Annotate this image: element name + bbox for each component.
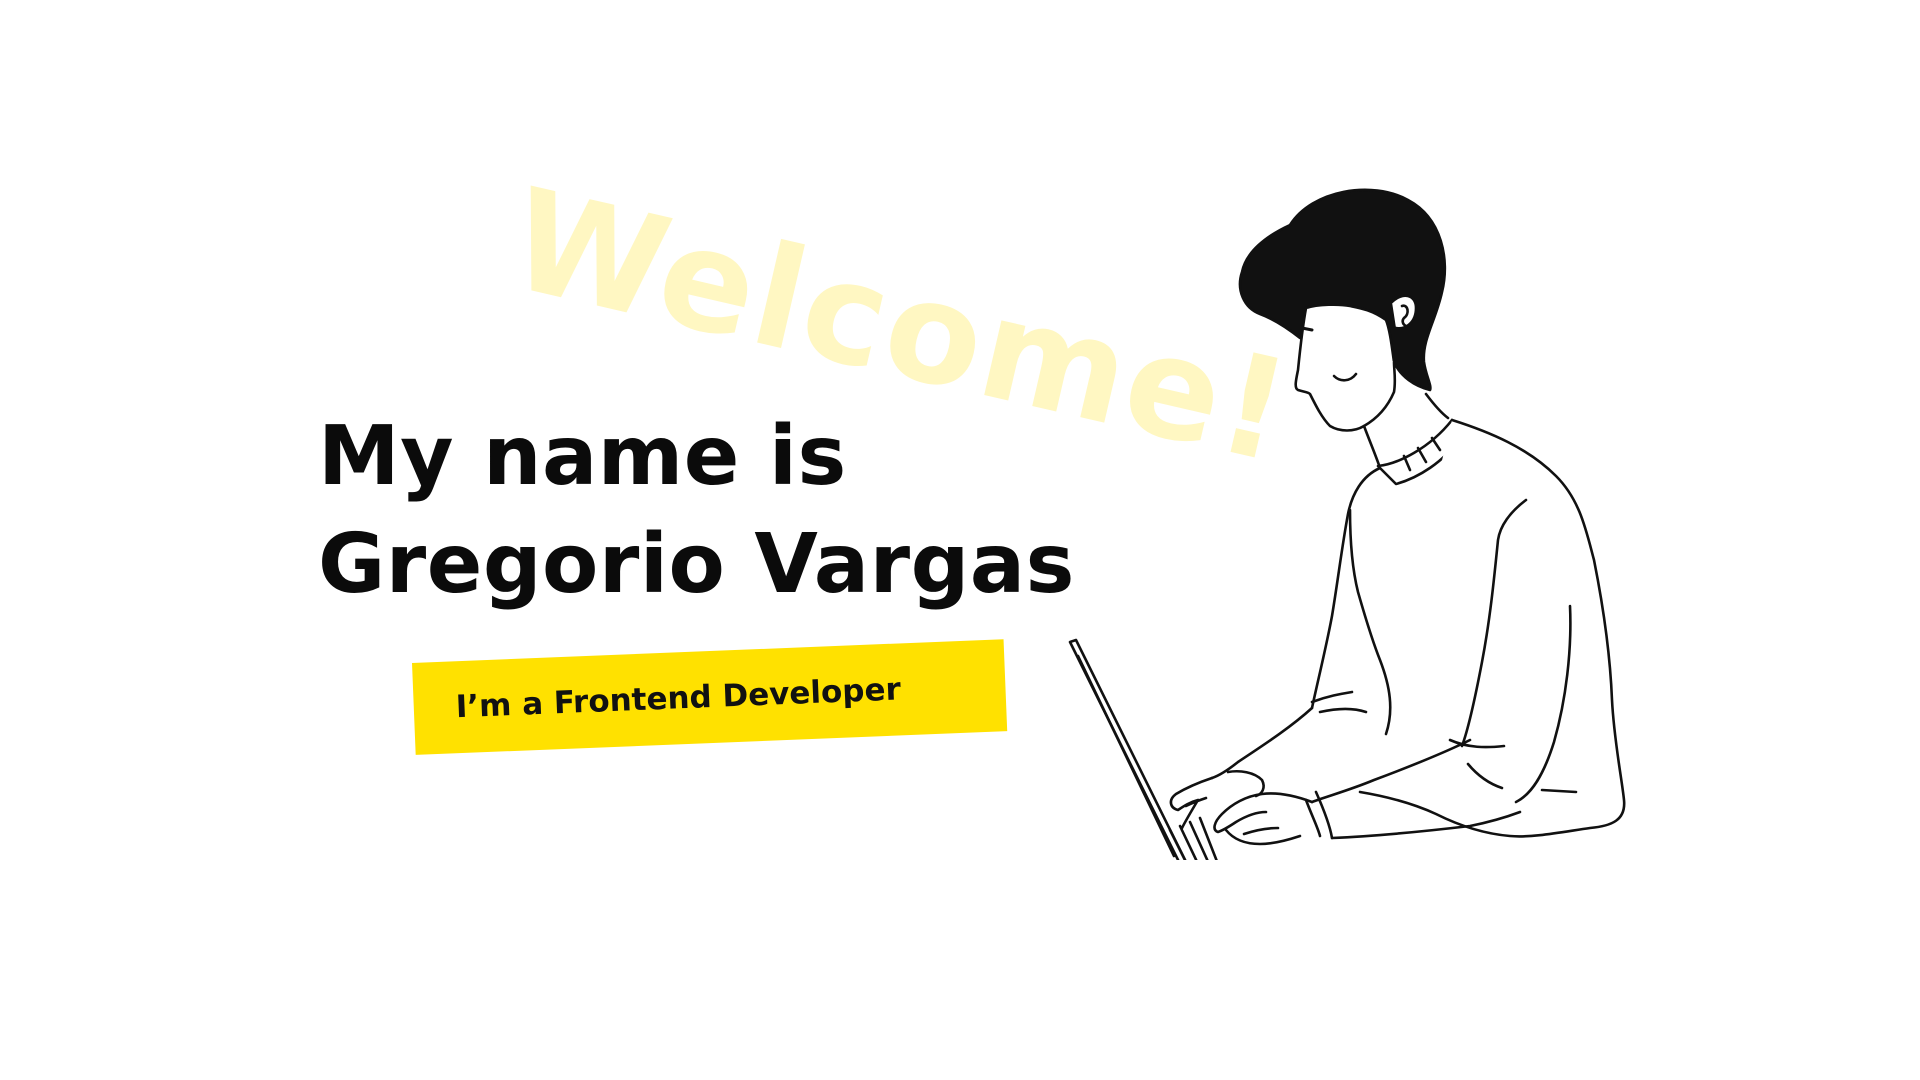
title-line-2: Gregorio Vargas	[318, 517, 1075, 612]
title-line-1: My name is	[318, 409, 847, 504]
laptop-screen-inner	[1076, 654, 1176, 858]
laptop-screen	[1068, 638, 1187, 860]
forearm-upper	[1210, 706, 1314, 780]
face-outline	[1294, 306, 1397, 432]
eye-mark	[1300, 326, 1314, 332]
role-badge: I’m a Frontend Developer	[412, 639, 1008, 755]
neck-right	[1424, 392, 1450, 420]
hero-title: My name is Gregorio Vargas	[318, 403, 1075, 619]
person-typing-on-laptop-illustration	[1068, 188, 1626, 860]
arm-sleeve-cuff	[1310, 690, 1368, 714]
neck-left	[1362, 424, 1382, 470]
hand-front	[1213, 792, 1314, 846]
role-text: I’m a Frontend Developer	[455, 671, 902, 726]
sleeve-cuff-2	[1304, 790, 1334, 840]
sweater-front	[1310, 466, 1382, 710]
hero-page: Welcome! My name is Gregorio Vargas I’m …	[0, 0, 1920, 1080]
